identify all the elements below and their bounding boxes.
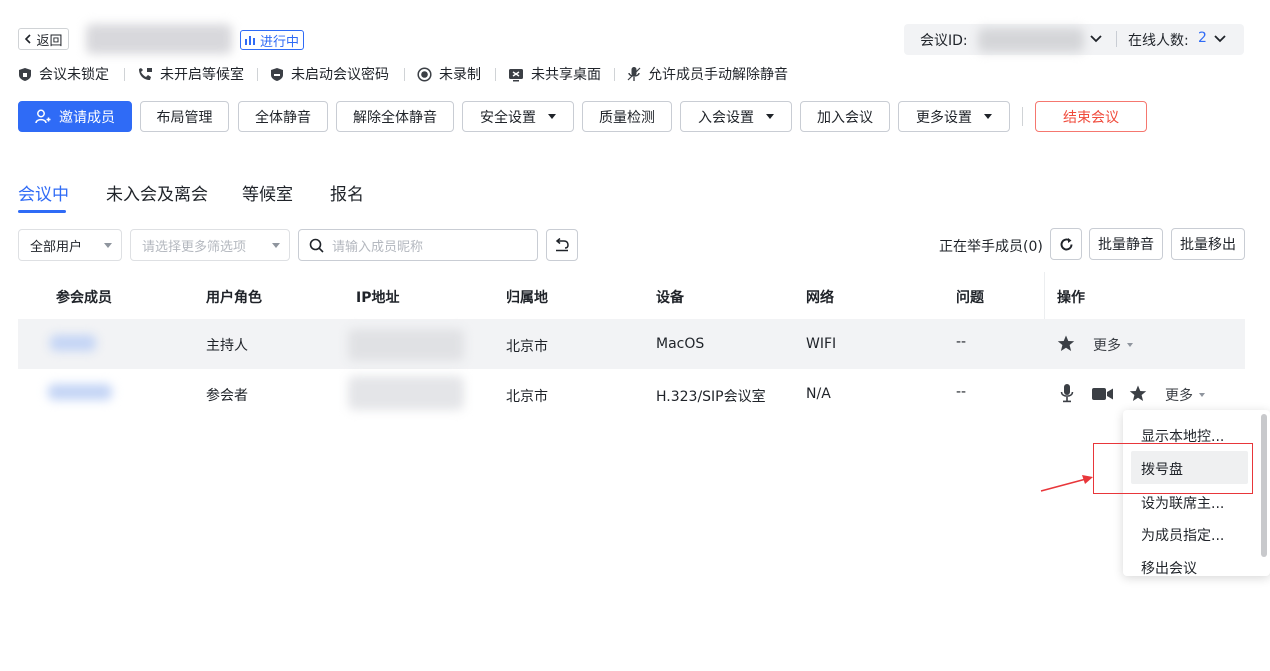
- ip-address-redacted: [348, 376, 464, 410]
- join-settings-button[interactable]: 入会设置: [680, 101, 792, 132]
- mic-icon[interactable]: [1060, 383, 1074, 403]
- quality-check-button[interactable]: 质量检测: [582, 101, 672, 132]
- row-more-button[interactable]: 更多: [1165, 385, 1205, 405]
- row-more-button[interactable]: 更多: [1093, 335, 1133, 355]
- meeting-id-label: 会议ID:: [920, 33, 968, 49]
- tab-active-indicator: [18, 210, 66, 213]
- star-icon[interactable]: [1129, 385, 1147, 402]
- shield-icon: [19, 67, 31, 81]
- undo-icon: [555, 238, 569, 252]
- caret-down-icon: [984, 114, 992, 119]
- raise-hand-count: 正在举手成员(0): [939, 239, 1043, 255]
- annotation-highlight-box: [1093, 443, 1253, 494]
- menu-item-set-co-host[interactable]: 设为联席主...: [1141, 493, 1224, 513]
- status-self-unmute: 允许成员手动解除静音: [627, 64, 788, 84]
- tab-in-meeting[interactable]: 会议中: [18, 180, 69, 205]
- back-button[interactable]: 返回: [18, 28, 69, 50]
- caret-down-icon: [1127, 343, 1133, 347]
- dropdown-scrollbar[interactable]: [1261, 414, 1267, 557]
- status-waiting-room: 未开启等候室: [137, 64, 244, 84]
- mute-all-button[interactable]: 全体静音: [238, 101, 328, 132]
- member-name-redacted: [50, 335, 96, 351]
- bar-chart-icon: [245, 36, 255, 45]
- member-network: N/A: [806, 386, 831, 402]
- search-icon: [309, 238, 324, 253]
- member-device: MacOS: [656, 336, 705, 352]
- menu-item-remove-from-meeting[interactable]: 移出会议: [1141, 558, 1197, 578]
- caret-down-icon: [1199, 393, 1205, 397]
- status-badge: 进行中: [240, 30, 305, 50]
- caret-down-icon: [766, 114, 774, 119]
- tab-waiting-room[interactable]: 等候室: [242, 180, 293, 205]
- add-user-icon: [35, 109, 51, 124]
- refresh-icon: [1060, 237, 1072, 250]
- member-location: 北京市: [506, 389, 548, 405]
- member-network: WIFI: [806, 336, 837, 352]
- chevron-left-icon: [25, 34, 32, 44]
- column-header-ip: IP地址: [356, 290, 400, 306]
- caret-down-icon: [104, 242, 112, 248]
- chevron-down-icon[interactable]: [1089, 34, 1103, 44]
- tab-registration[interactable]: 报名: [330, 180, 364, 205]
- mic-icon: [627, 67, 641, 81]
- caret-down-icon: [272, 242, 280, 248]
- annotation-arrow-icon: [1040, 475, 1093, 492]
- status-lock: 会议未锁定: [18, 64, 109, 84]
- caret-down-icon: [548, 114, 556, 119]
- column-header-network: 网络: [806, 290, 834, 306]
- unmute-all-button[interactable]: 解除全体静音: [336, 101, 454, 132]
- join-meeting-button[interactable]: 加入会议: [800, 101, 890, 132]
- meeting-title-redacted: [86, 24, 232, 54]
- chevron-down-icon[interactable]: [1213, 34, 1227, 44]
- column-header-issue: 问题: [956, 290, 984, 306]
- online-count: 2: [1198, 30, 1207, 46]
- member-issue: --: [956, 334, 967, 350]
- column-header-device: 设备: [656, 290, 684, 306]
- star-icon[interactable]: [1057, 335, 1075, 352]
- shield-fill-icon: [271, 67, 283, 81]
- member-role: 主持人: [206, 338, 248, 354]
- member-search-input[interactable]: 请输入成员昵称: [298, 229, 538, 261]
- phone-icon: [139, 67, 152, 80]
- screen-share-icon: [509, 68, 523, 81]
- member-location: 北京市: [506, 339, 548, 355]
- batch-remove-button[interactable]: 批量移出: [1171, 228, 1245, 260]
- end-meeting-button[interactable]: 结束会议: [1035, 101, 1147, 132]
- member-role: 参会者: [206, 388, 248, 404]
- column-header-location: 归属地: [506, 290, 548, 306]
- back-label: 返回: [36, 33, 63, 49]
- status-screen-share: 未共享桌面: [508, 64, 601, 84]
- record-icon: [417, 66, 432, 82]
- ip-address-redacted: [348, 329, 464, 361]
- user-type-select[interactable]: 全部用户: [18, 229, 122, 261]
- more-filters-select[interactable]: 请选择更多筛选项: [130, 229, 290, 261]
- column-header-actions: 操作: [1057, 290, 1085, 306]
- batch-mute-button[interactable]: 批量静音: [1089, 228, 1163, 260]
- column-header-member: 参会成员: [56, 290, 112, 306]
- status-recording: 未录制: [417, 64, 481, 84]
- meeting-id-redacted: [978, 28, 1084, 52]
- more-settings-button[interactable]: 更多设置: [898, 101, 1010, 132]
- refresh-button[interactable]: [1050, 228, 1082, 260]
- menu-item-assign-member[interactable]: 为成员指定...: [1141, 525, 1224, 545]
- camera-icon[interactable]: [1092, 387, 1114, 401]
- column-header-role: 用户角色: [206, 290, 262, 306]
- tab-not-joined-or-left[interactable]: 未入会及离会: [106, 180, 208, 205]
- reset-filter-button[interactable]: [546, 229, 578, 261]
- invite-member-button[interactable]: 邀请成员: [18, 101, 132, 132]
- member-device: H.323/SIP会议室: [656, 389, 766, 405]
- member-issue: --: [956, 384, 967, 400]
- security-settings-button[interactable]: 安全设置: [462, 101, 574, 132]
- status-password: 未启动会议密码: [270, 64, 389, 84]
- layout-manage-button[interactable]: 布局管理: [140, 101, 229, 132]
- online-count-label: 在线人数:: [1128, 33, 1189, 49]
- member-name-redacted: [48, 384, 112, 400]
